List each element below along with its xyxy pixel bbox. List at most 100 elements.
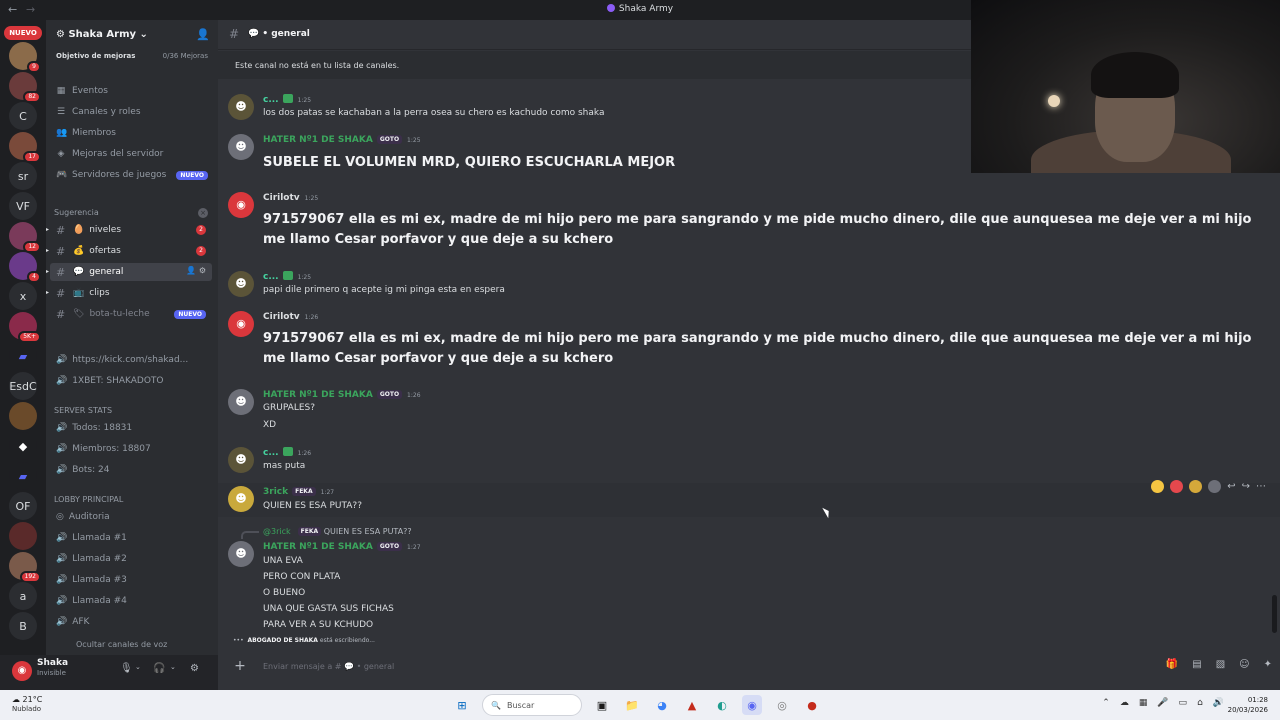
apps-icon[interactable]: ✦ bbox=[1264, 659, 1272, 670]
voice-auditoria[interactable]: ◎ Auditoria bbox=[56, 512, 110, 522]
composer-placeholder[interactable]: Enviar mensaje a # 💬 • general bbox=[263, 662, 394, 671]
folder-icon[interactable]: ▰ bbox=[9, 462, 37, 490]
onedrive-icon[interactable]: ☁ bbox=[1120, 698, 1129, 708]
avatar[interactable]: ☻ bbox=[228, 541, 254, 567]
server-icon[interactable]: 9 bbox=[9, 42, 41, 73]
author-name[interactable]: Cirilotv bbox=[263, 312, 300, 322]
author-name[interactable]: HATER Nº1 DE SHAKA bbox=[263, 542, 373, 552]
channel-general[interactable]: ▸ # 💬 general 👤 ⚙ bbox=[46, 263, 212, 281]
server-icon[interactable]: ◆ bbox=[9, 432, 37, 460]
avatar[interactable]: ☻ bbox=[228, 486, 254, 512]
reply-preview[interactable]: @3rick FEKA QUIEN ES ESA PUTA?? bbox=[263, 527, 412, 536]
copilot-icon[interactable]: ◕ bbox=[652, 695, 672, 715]
category-sugerencia[interactable]: Sugerencia × bbox=[54, 208, 208, 218]
author-name[interactable]: c... bbox=[263, 272, 279, 282]
invite-icon[interactable]: 👤 bbox=[196, 28, 210, 41]
server-icon[interactable]: VF bbox=[9, 192, 37, 220]
server-icon[interactable] bbox=[9, 402, 37, 430]
avatar[interactable]: ☻ bbox=[228, 271, 254, 297]
server-icon[interactable]: x bbox=[9, 282, 37, 310]
link-channel-1xbet[interactable]: 🔊 1XBET: SHAKADOTO bbox=[56, 376, 164, 386]
server-icon[interactable]: 192 bbox=[9, 552, 41, 583]
author-name[interactable]: c... bbox=[263, 448, 279, 458]
message[interactable]: ◉ Cirilotv 1:26 971579067 ella es mi ex, … bbox=[218, 309, 1280, 373]
chevron-down-icon[interactable]: ⌄ bbox=[135, 663, 141, 671]
new-badge[interactable]: NUEVO bbox=[4, 26, 42, 40]
avatar[interactable]: ◉ bbox=[228, 311, 254, 337]
weather-widget[interactable]: ☁ 21°C Nublado bbox=[12, 695, 42, 713]
message-composer[interactable]: + Enviar mensaje a # 💬 • general 🎁 ▤ ▧ ☺… bbox=[226, 655, 1272, 679]
nav-game-servers[interactable]: 🎮 Servidores de juegos NUEVO bbox=[56, 170, 208, 180]
server-icon[interactable]: EsdC bbox=[9, 372, 37, 400]
author-name[interactable]: c... bbox=[263, 95, 279, 105]
gif-icon[interactable]: ▤ bbox=[1192, 659, 1201, 670]
channel-settings-icon[interactable]: 👤 ⚙ bbox=[186, 266, 206, 275]
mic-icon[interactable]: 🎤 bbox=[1157, 698, 1168, 708]
server-icon[interactable]: 4 bbox=[9, 252, 41, 283]
guild-header[interactable]: ⚙ Shaka Army ⌄ 👤 bbox=[46, 20, 218, 50]
guild-name[interactable]: ⚙ Shaka Army ⌄ bbox=[56, 29, 148, 40]
server-icon[interactable]: 82 bbox=[9, 72, 41, 103]
plus-icon[interactable]: + bbox=[232, 658, 248, 674]
author-name[interactable]: 3rick bbox=[263, 487, 288, 497]
boost-goal[interactable]: Objetivo de mejoras 0/36 Mejoras bbox=[56, 52, 208, 60]
server-icon[interactable]: a bbox=[9, 582, 37, 610]
hide-voice-channels[interactable]: Ocultar canales de voz bbox=[76, 640, 167, 649]
display-icon[interactable]: ▭ bbox=[1179, 698, 1188, 708]
message[interactable]: ☻ c... 1:25 papi dile primero q acepte ig… bbox=[218, 269, 1280, 301]
server-icon[interactable]: 5K+ bbox=[9, 312, 41, 343]
discord-icon[interactable]: ◉ bbox=[742, 695, 762, 715]
stat-bots[interactable]: 🔊 Bots: 24 bbox=[56, 465, 109, 475]
more-icon[interactable]: ⋯ bbox=[1256, 481, 1266, 492]
office-icon[interactable]: ▲ bbox=[682, 695, 702, 715]
clock[interactable]: 01:28 20/03/2026 bbox=[1228, 695, 1268, 715]
app-icon[interactable]: ● bbox=[802, 695, 822, 715]
voice-llamada-1[interactable]: 🔊 Llamada #1 bbox=[56, 533, 127, 543]
stat-todos[interactable]: 🔊 Todos: 18831 bbox=[56, 423, 132, 433]
category-lobby[interactable]: LOBBY PRINCIPAL bbox=[54, 495, 123, 504]
channel-niveles[interactable]: ▸ # 🥚 niveles 2 bbox=[46, 221, 212, 239]
server-icon[interactable]: B bbox=[9, 612, 37, 640]
author-name[interactable]: HATER Nº1 DE SHAKA bbox=[263, 135, 373, 145]
headphones-icon[interactable]: 🎧 bbox=[153, 663, 165, 674]
laugh-emoji-icon[interactable] bbox=[1151, 479, 1165, 493]
channel-bota-tu-leche[interactable]: # 🏷 bota-tu-leche NUEVO bbox=[50, 305, 212, 323]
voice-llamada-3[interactable]: 🔊 Llamada #3 bbox=[56, 575, 127, 585]
server-icon[interactable]: OF bbox=[9, 492, 37, 520]
server-icon[interactable]: C bbox=[9, 102, 37, 130]
chevron-down-icon[interactable]: ⌄ bbox=[170, 663, 176, 671]
emoji-icon[interactable]: ☺ bbox=[1239, 659, 1249, 670]
windows-start-icon[interactable]: ⊞ bbox=[452, 695, 472, 715]
reply-icon[interactable]: ↩ bbox=[1227, 481, 1235, 492]
message[interactable]: ◉ Cirilotv 1:25 971579067 ella es mi ex, … bbox=[218, 190, 1280, 254]
edge-icon[interactable]: ◐ bbox=[712, 695, 732, 715]
voice-afk[interactable]: 🔊 AFK bbox=[56, 617, 89, 627]
server-icon[interactable] bbox=[9, 522, 37, 550]
avatar[interactable]: ☻ bbox=[228, 94, 254, 120]
volume-icon[interactable]: 🔊 bbox=[1213, 698, 1224, 708]
sticker-icon[interactable]: ▧ bbox=[1216, 659, 1225, 670]
avatar[interactable]: ◉ bbox=[228, 192, 254, 218]
file-explorer-icon[interactable]: 📁 bbox=[622, 695, 642, 715]
face-emoji-icon[interactable] bbox=[1189, 479, 1203, 493]
gift-icon[interactable]: 🎁 bbox=[1166, 659, 1178, 670]
scrollbar[interactable] bbox=[1272, 595, 1277, 633]
channel-ofertas[interactable]: ▸ # 💰 ofertas 2 bbox=[46, 242, 212, 260]
tray-app-icon[interactable]: ▦ bbox=[1139, 698, 1148, 708]
microphone-icon[interactable]: 🎙 bbox=[120, 663, 133, 674]
forward-icon[interactable]: ↪ bbox=[1242, 481, 1250, 492]
message[interactable]: ☻ c... 1:26 mas puta bbox=[218, 445, 1280, 477]
server-icon[interactable]: sr bbox=[9, 162, 37, 190]
taskbar-search[interactable]: 🔍 Buscar bbox=[482, 694, 582, 716]
avatar[interactable]: ☻ bbox=[228, 134, 254, 160]
gear-icon[interactable]: ⚙ bbox=[190, 663, 199, 674]
category-server-stats[interactable]: SERVER STATS bbox=[54, 406, 112, 415]
voice-llamada-4[interactable]: 🔊 Llamada #4 bbox=[56, 596, 127, 606]
stat-miembros[interactable]: 🔊 Miembros: 18807 bbox=[56, 444, 151, 454]
obs-icon[interactable]: ◎ bbox=[772, 695, 792, 715]
avatar[interactable]: ☻ bbox=[228, 447, 254, 473]
avatar[interactable]: ☻ bbox=[228, 389, 254, 415]
close-icon[interactable]: × bbox=[198, 208, 208, 218]
add-reaction-icon[interactable] bbox=[1208, 479, 1222, 493]
nav-members[interactable]: 👥 Miembros bbox=[56, 128, 116, 138]
